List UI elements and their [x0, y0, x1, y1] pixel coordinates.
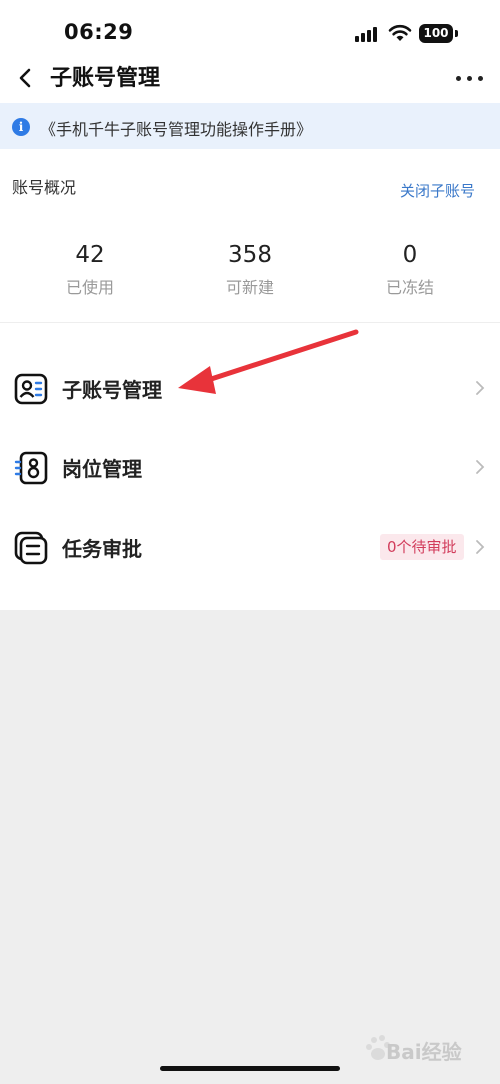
- overview-title: 账号概况: [12, 178, 77, 197]
- nav-bar: 子账号管理: [0, 56, 500, 102]
- status-bar: 06:29 100: [0, 0, 500, 64]
- contact-card-icon: [14, 373, 48, 405]
- battery-icon: 100: [419, 24, 453, 43]
- approval-list-icon: [14, 531, 48, 565]
- stat-frozen[interactable]: 0 已冻结: [335, 240, 485, 298]
- stat-value: 42: [75, 242, 105, 268]
- more-options-icon[interactable]: [454, 66, 486, 90]
- stat-available[interactable]: 358 可新建: [175, 240, 325, 298]
- stat-value: 358: [228, 242, 272, 268]
- menu-item-label: 岗位管理: [62, 457, 142, 481]
- back-arrow-icon[interactable]: [12, 64, 40, 92]
- stat-label: 可新建: [225, 278, 274, 297]
- status-time: 06:29: [64, 20, 134, 44]
- stat-label: 已冻结: [385, 278, 434, 297]
- stat-used[interactable]: 42 已使用: [15, 240, 165, 298]
- watermark-text: Bai经验: [386, 1040, 462, 1064]
- chevron-right-icon: [476, 460, 485, 474]
- chevron-right-icon: [476, 540, 485, 554]
- page-title: 子账号管理: [50, 66, 161, 91]
- manual-banner[interactable]: i 《手机千牛子账号管理功能操作手册》: [0, 103, 500, 149]
- chevron-right-icon: [476, 381, 485, 395]
- pending-approval-badge: 0个待审批: [380, 534, 464, 560]
- home-indicator: [160, 1066, 340, 1071]
- menu-item-task-approval[interactable]: 任务审批 0个待审批: [0, 507, 500, 585]
- annotation-arrow-icon: [178, 329, 359, 394]
- banner-link-text[interactable]: 《手机千牛子账号管理功能操作手册》: [40, 116, 312, 140]
- battery-tip: [455, 30, 458, 37]
- menu-item-position-management[interactable]: 岗位管理: [0, 427, 500, 505]
- position-badge-icon: [14, 451, 48, 485]
- menu-item-label: 任务审批: [62, 537, 142, 561]
- signal-icon: [355, 26, 381, 42]
- close-subaccount-link[interactable]: 关闭子账号: [400, 180, 475, 201]
- stat-label: 已使用: [65, 278, 114, 297]
- info-icon: i: [12, 118, 30, 136]
- menu-item-label: 子账号管理: [62, 378, 162, 402]
- stat-value: 0: [402, 242, 418, 268]
- wifi-icon: [388, 24, 412, 41]
